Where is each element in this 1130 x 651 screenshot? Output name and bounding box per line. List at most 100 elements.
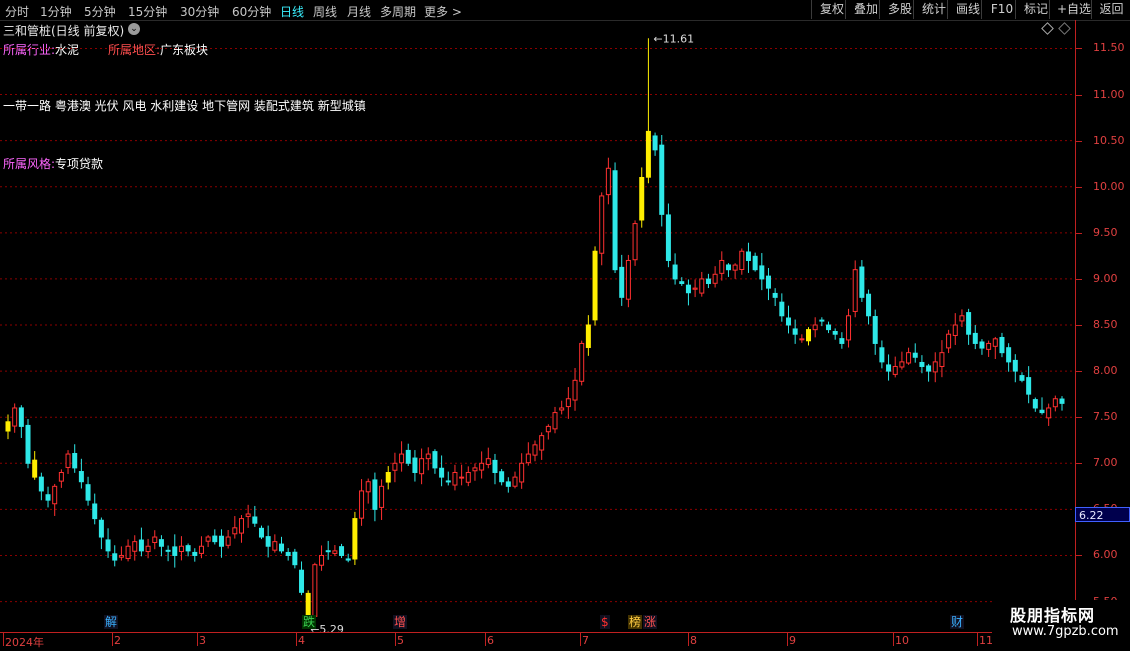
candle bbox=[1006, 343, 1012, 372]
candle bbox=[325, 540, 331, 560]
event-marker[interactable]: 涨 bbox=[643, 615, 658, 629]
candle bbox=[932, 352, 938, 383]
period-tab-5min[interactable]: 5分钟 bbox=[84, 3, 116, 20]
candle bbox=[539, 432, 545, 460]
candle bbox=[645, 38, 651, 184]
time-axis-label: 4 bbox=[298, 634, 305, 647]
time-axis-label: 11 bbox=[979, 634, 993, 647]
period-tab-more[interactable]: 更多 > bbox=[424, 3, 462, 20]
period-tab-60min[interactable]: 60分钟 bbox=[232, 3, 271, 20]
candle bbox=[485, 447, 491, 469]
candle bbox=[105, 528, 111, 558]
candlestick-chart[interactable]: ←11.61←5.29 bbox=[0, 20, 1075, 632]
time-axis-tick bbox=[688, 632, 689, 646]
period-tab-daily[interactable]: 日线 bbox=[280, 3, 304, 20]
watermark-url: www.7gpzb.com bbox=[1012, 624, 1119, 639]
candle bbox=[612, 162, 618, 273]
candle bbox=[385, 466, 391, 490]
candle bbox=[245, 504, 251, 528]
candle bbox=[986, 340, 992, 357]
candle bbox=[832, 328, 838, 340]
candle bbox=[512, 471, 518, 489]
candle bbox=[979, 339, 985, 355]
candle bbox=[792, 319, 798, 344]
candle bbox=[212, 529, 218, 545]
event-marker[interactable]: 解 bbox=[104, 615, 119, 629]
candle bbox=[85, 476, 91, 506]
candle bbox=[112, 545, 118, 567]
candle bbox=[625, 254, 631, 308]
event-marker[interactable]: $ bbox=[600, 615, 610, 629]
price-tick-mark bbox=[1076, 140, 1082, 142]
time-axis-tick bbox=[395, 632, 396, 646]
candle bbox=[859, 260, 865, 302]
candle bbox=[639, 167, 645, 228]
price-tick-label: 7.50 bbox=[1093, 410, 1118, 424]
period-tab-15min[interactable]: 15分钟 bbox=[128, 3, 167, 20]
candle bbox=[198, 536, 204, 559]
candle bbox=[412, 450, 418, 482]
time-axis-tick bbox=[485, 632, 486, 646]
candle bbox=[572, 368, 578, 411]
candle bbox=[205, 535, 211, 548]
candle bbox=[705, 273, 711, 289]
candle bbox=[779, 293, 785, 322]
candle bbox=[1026, 366, 1032, 404]
candle bbox=[459, 464, 465, 486]
price-tick-mark bbox=[1076, 463, 1082, 465]
candle bbox=[25, 419, 31, 469]
event-marker[interactable]: 增 bbox=[393, 615, 408, 629]
candle bbox=[659, 134, 665, 227]
candle bbox=[846, 308, 852, 348]
candle bbox=[52, 483, 58, 516]
candle bbox=[125, 539, 131, 562]
candle bbox=[218, 529, 224, 558]
time-axis-tick bbox=[197, 632, 198, 646]
back-button[interactable]: 返回 bbox=[1091, 0, 1130, 19]
candle bbox=[519, 453, 525, 489]
period-tab-weekly[interactable]: 周线 bbox=[313, 3, 337, 20]
candle bbox=[425, 447, 431, 471]
period-tab-30min[interactable]: 30分钟 bbox=[180, 3, 219, 20]
candle bbox=[1039, 397, 1045, 415]
price-tick-mark bbox=[1076, 371, 1082, 373]
candle bbox=[372, 472, 378, 522]
candle bbox=[1046, 403, 1052, 426]
period-tab-1min[interactable]: 1分钟 bbox=[40, 3, 72, 20]
candle bbox=[899, 351, 905, 370]
candle bbox=[178, 536, 184, 561]
time-axis-tick bbox=[787, 632, 788, 646]
price-tick-label: 10.50 bbox=[1093, 133, 1125, 147]
candle bbox=[272, 534, 278, 553]
period-tab-monthly[interactable]: 月线 bbox=[347, 3, 371, 20]
price-tick-mark bbox=[1076, 417, 1082, 419]
candle bbox=[632, 220, 638, 266]
price-tick-label: 9.50 bbox=[1093, 225, 1118, 239]
period-tab-timeshare[interactable]: 分时 bbox=[5, 3, 29, 20]
price-tick-label: 11.00 bbox=[1093, 87, 1125, 101]
event-marker[interactable]: 财 bbox=[950, 615, 965, 629]
candle bbox=[319, 545, 325, 571]
time-axis-tick bbox=[893, 632, 894, 646]
price-tick-label: 8.50 bbox=[1093, 318, 1118, 331]
candle bbox=[258, 525, 264, 540]
candle bbox=[619, 254, 625, 306]
candle bbox=[785, 305, 791, 334]
candle bbox=[1032, 397, 1038, 412]
candle bbox=[138, 527, 144, 557]
candle bbox=[732, 263, 738, 279]
candle bbox=[72, 444, 78, 473]
candle bbox=[359, 479, 365, 526]
event-marker[interactable]: 跌 bbox=[302, 615, 317, 629]
candle bbox=[299, 561, 305, 596]
candle bbox=[525, 442, 531, 466]
candle bbox=[992, 336, 998, 359]
candle bbox=[699, 271, 705, 297]
candle bbox=[432, 449, 438, 474]
candle bbox=[592, 246, 598, 326]
candle bbox=[172, 534, 178, 568]
price-tick-label: 6.00 bbox=[1093, 548, 1118, 562]
watermark-name: 股朋指标网 bbox=[1010, 606, 1096, 625]
event-marker[interactable]: 榜 bbox=[628, 615, 643, 629]
period-tab-multi[interactable]: 多周期 bbox=[380, 3, 416, 20]
